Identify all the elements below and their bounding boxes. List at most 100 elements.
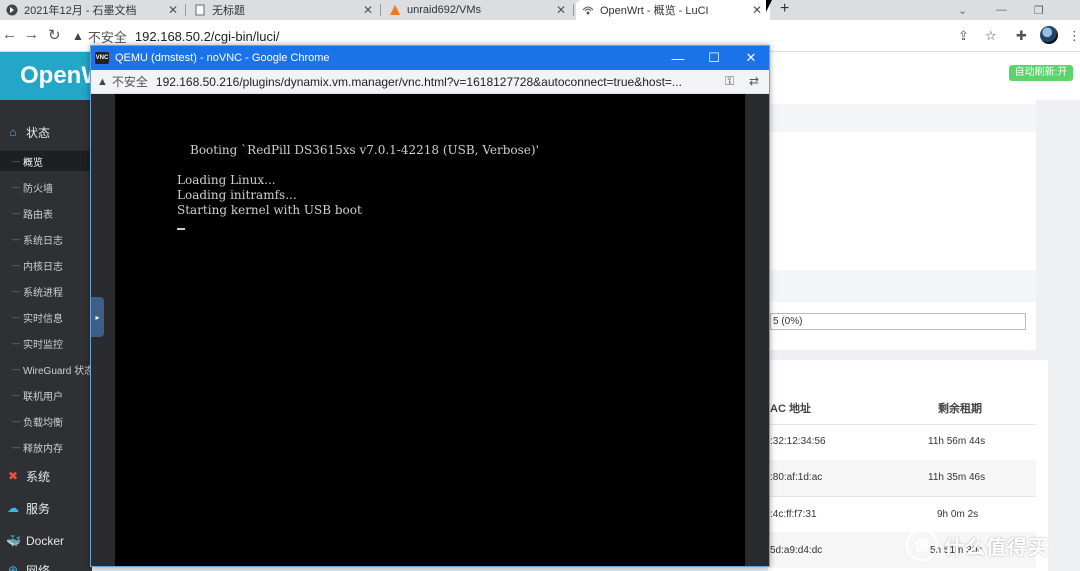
column-header-mac: AC 地址 xyxy=(770,403,811,415)
close-icon[interactable]: ✕ xyxy=(733,46,769,70)
vnc-console-screen[interactable]: Booting `RedPill DS3615xs v7.0.1-42218 (… xyxy=(115,94,745,566)
column-header-lease: 剩余租期 xyxy=(938,403,982,415)
popup-title: QEMU (dmstest) - noVNC - Google Chrome xyxy=(115,52,330,64)
table-row-mac: :32:12:34:56 xyxy=(770,436,826,447)
bookmark-star-icon[interactable]: ☆ xyxy=(985,28,997,44)
menu-item-load-balance[interactable]: 负载均衡 xyxy=(0,411,92,431)
menu-network[interactable]: ⊕ 网络 xyxy=(0,558,92,571)
menu-item-realtime-monitor[interactable]: 实时监控 xyxy=(0,333,92,353)
menu-item-realtime-info[interactable]: 实时信息 xyxy=(0,307,92,327)
table-row-lease: 9h 0m 2s xyxy=(937,509,979,520)
tab-unraid[interactable]: unraid692/VMs ✕ xyxy=(383,0,574,20)
console-line: Loading initramfs... xyxy=(177,188,297,202)
menu-item-overview[interactable]: 概览 xyxy=(0,151,92,171)
openwrt-sidebar: ⌂ 状态 概览 防火墙 路由表 系统日志 内核日志 系统进程 实时信息 实时监控… xyxy=(0,100,92,571)
tools-icon: ✖ xyxy=(7,469,19,483)
tab-openwrt[interactable]: OpenWrt - 概览 - LuCI ✕ xyxy=(576,0,770,20)
translate-icon[interactable]: ⇄ xyxy=(749,74,759,88)
tab-label: 无标题 xyxy=(212,5,245,17)
maximize-icon[interactable]: ☐ xyxy=(696,46,732,70)
close-icon[interactable]: ✕ xyxy=(556,3,566,17)
new-tab-button[interactable]: + xyxy=(780,0,789,18)
menu-item-processes[interactable]: 系统进程 xyxy=(0,281,92,301)
unraid-icon xyxy=(389,4,401,16)
menu-item-kernel-log[interactable]: 内核日志 xyxy=(0,255,92,275)
warning-icon: ▲ xyxy=(72,29,84,43)
progress-bar: 5 (0%) xyxy=(770,313,1026,330)
console-line: Booting `RedPill DS3615xs v7.0.1-42218 (… xyxy=(190,143,539,157)
divider xyxy=(770,424,1036,425)
menu-label: 状态 xyxy=(26,125,51,140)
doc-icon xyxy=(194,4,206,16)
forward-icon[interactable]: → xyxy=(24,26,39,43)
divider xyxy=(770,496,1036,497)
watermark: 值 什么值得买 xyxy=(906,525,1076,565)
close-icon[interactable]: ✕ xyxy=(752,3,762,17)
menu-label: Docker xyxy=(26,534,65,548)
novnc-sidebar: ▸ xyxy=(91,94,115,566)
tab-label: unraid692/VMs xyxy=(407,4,481,16)
popup-titlebar[interactable]: VNC QEMU (dmstest) - noVNC - Google Chro… xyxy=(91,46,769,70)
console-line: Starting kernel with USB boot xyxy=(177,203,362,217)
menu-item-online-users[interactable]: 联机用户 xyxy=(0,385,92,405)
openwrt-logo[interactable]: OpenWrt xyxy=(0,52,92,100)
profile-avatar[interactable] xyxy=(1040,26,1058,44)
menu-item-syslog[interactable]: 系统日志 xyxy=(0,229,92,249)
table-row-mac: 5d:a9:d4:dc xyxy=(770,545,823,556)
text-cursor xyxy=(177,228,185,230)
smzdm-logo-icon: 值 xyxy=(906,529,938,561)
novnc-control-handle[interactable]: ▸ xyxy=(91,297,104,337)
openwrt-icon xyxy=(582,4,594,16)
chevron-down-icon[interactable]: ⌄ xyxy=(958,0,967,20)
docker-icon: 🐳 xyxy=(6,534,21,548)
home-icon: ⌂ xyxy=(9,125,17,139)
security-label: 不安全 xyxy=(111,75,148,89)
menu-services[interactable]: ☁ 服务 xyxy=(0,496,92,520)
table-row-lease: 11h 56m 44s xyxy=(928,436,986,447)
minimize-icon[interactable]: — xyxy=(660,46,696,70)
watermark-text: 什么值得买 xyxy=(944,536,1049,559)
share-icon[interactable]: ⇪ xyxy=(958,28,969,44)
key-icon[interactable]: ⚿ xyxy=(725,74,734,89)
auto-refresh-badge[interactable]: 自动刷新:开 xyxy=(1009,65,1073,81)
warning-icon: ▲ xyxy=(97,75,108,88)
close-icon[interactable]: ✕ xyxy=(363,3,373,17)
novnc-right-gutter xyxy=(745,94,769,566)
menu-label: 服务 xyxy=(26,501,51,516)
menu-docker[interactable]: 🐳 Docker xyxy=(0,529,92,553)
cloud-icon: ☁ xyxy=(7,501,19,515)
vnc-app-icon: VNC xyxy=(95,52,109,64)
console-line: Loading Linux... xyxy=(177,173,276,187)
browser-tab-strip: 2021年12月 - 石墨文档 ✕ 无标题 ✕ unraid692/VMs ✕ … xyxy=(0,0,1080,20)
back-icon[interactable]: ← xyxy=(2,26,17,43)
tab-shimo[interactable]: 2021年12月 - 石墨文档 ✕ xyxy=(0,0,186,20)
popup-address-bar[interactable]: ▲ 不安全 192.168.50.216/plugins/dynamix.vm.… xyxy=(91,70,769,94)
card-subheader xyxy=(768,270,1036,302)
extensions-icon[interactable]: ✚ xyxy=(1016,28,1027,44)
mouse-pointer-icon xyxy=(766,0,772,12)
menu-kebab-icon[interactable]: ⋮ xyxy=(1068,28,1080,44)
menu-status[interactable]: ⌂ 状态 xyxy=(0,120,92,144)
menu-item-firewall[interactable]: 防火墙 xyxy=(0,177,92,197)
tab-label: OpenWrt - 概览 - LuCI xyxy=(600,5,709,17)
card-header xyxy=(768,104,1036,132)
url-text: 192.168.50.2/cgi-bin/luci/ xyxy=(134,28,280,44)
menu-item-routes[interactable]: 路由表 xyxy=(0,203,92,223)
network-icon: ⊕ xyxy=(7,563,19,571)
menu-label: 网络 xyxy=(26,563,51,571)
reload-icon[interactable]: ↻ xyxy=(48,26,61,44)
table-row-mac: :80:af:1d:ac xyxy=(770,472,823,483)
restore-icon[interactable]: ❐ xyxy=(1034,0,1044,20)
table-row-mac: :4c:ff:f7:31 xyxy=(770,509,817,520)
menu-system[interactable]: ✖ 系统 xyxy=(0,464,92,488)
menu-label: 系统 xyxy=(26,469,51,484)
tab-untitled[interactable]: 无标题 ✕ xyxy=(188,0,381,20)
minimize-icon[interactable]: — xyxy=(996,0,1007,20)
shimo-icon xyxy=(6,4,18,16)
novnc-popup-window[interactable]: VNC QEMU (dmstest) - noVNC - Google Chro… xyxy=(90,45,770,567)
menu-item-wireguard[interactable]: WireGuard 状态 xyxy=(0,359,92,379)
table-row-lease: 11h 35m 46s xyxy=(928,472,986,483)
menu-item-free-memory[interactable]: 释放内存 xyxy=(0,437,92,457)
popup-url-text: 192.168.50.216/plugins/dynamix.vm.manage… xyxy=(155,74,682,89)
close-icon[interactable]: ✕ xyxy=(168,3,178,17)
